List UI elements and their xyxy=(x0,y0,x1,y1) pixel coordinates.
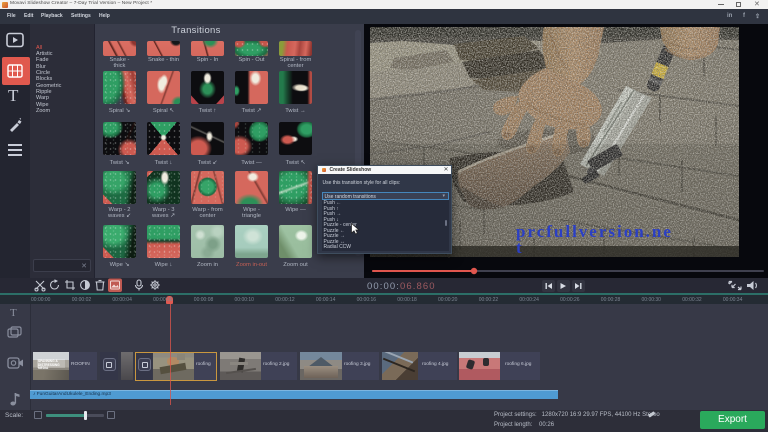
svg-text:t: t xyxy=(516,238,522,257)
svg-text:prcfullversion.ne: prcfullversion.ne xyxy=(516,222,673,241)
